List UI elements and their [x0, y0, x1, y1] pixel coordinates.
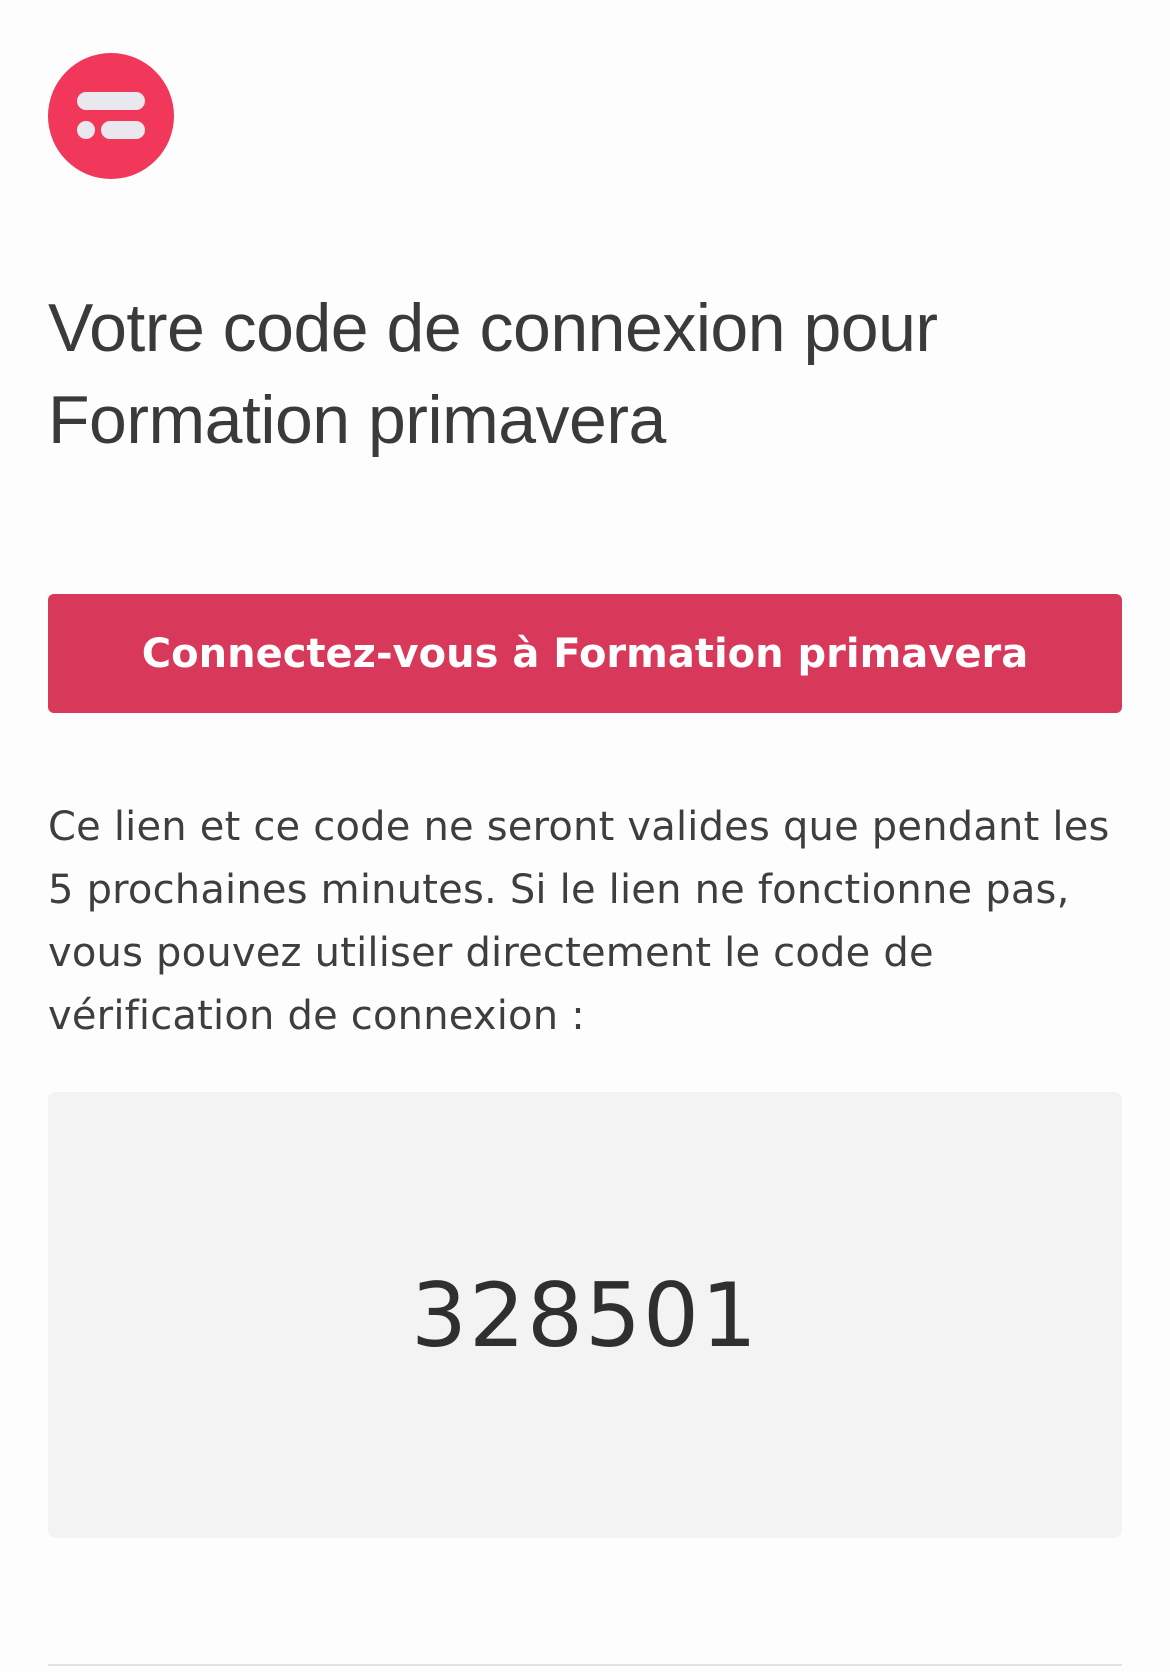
verification-code-box: 328501 [48, 1092, 1122, 1538]
validity-info-text: Ce lien et ce code ne seront valides que… [48, 804, 1110, 1039]
divider [48, 1664, 1122, 1666]
verification-code: 328501 [411, 1263, 759, 1367]
brand-logo-glyph [77, 92, 145, 139]
brand-logo-icon [48, 53, 174, 179]
page-title: Votre code de connexion pour Formation p… [48, 290, 938, 458]
login-button[interactable]: Connectez-vous à Formation primavera [48, 594, 1122, 713]
